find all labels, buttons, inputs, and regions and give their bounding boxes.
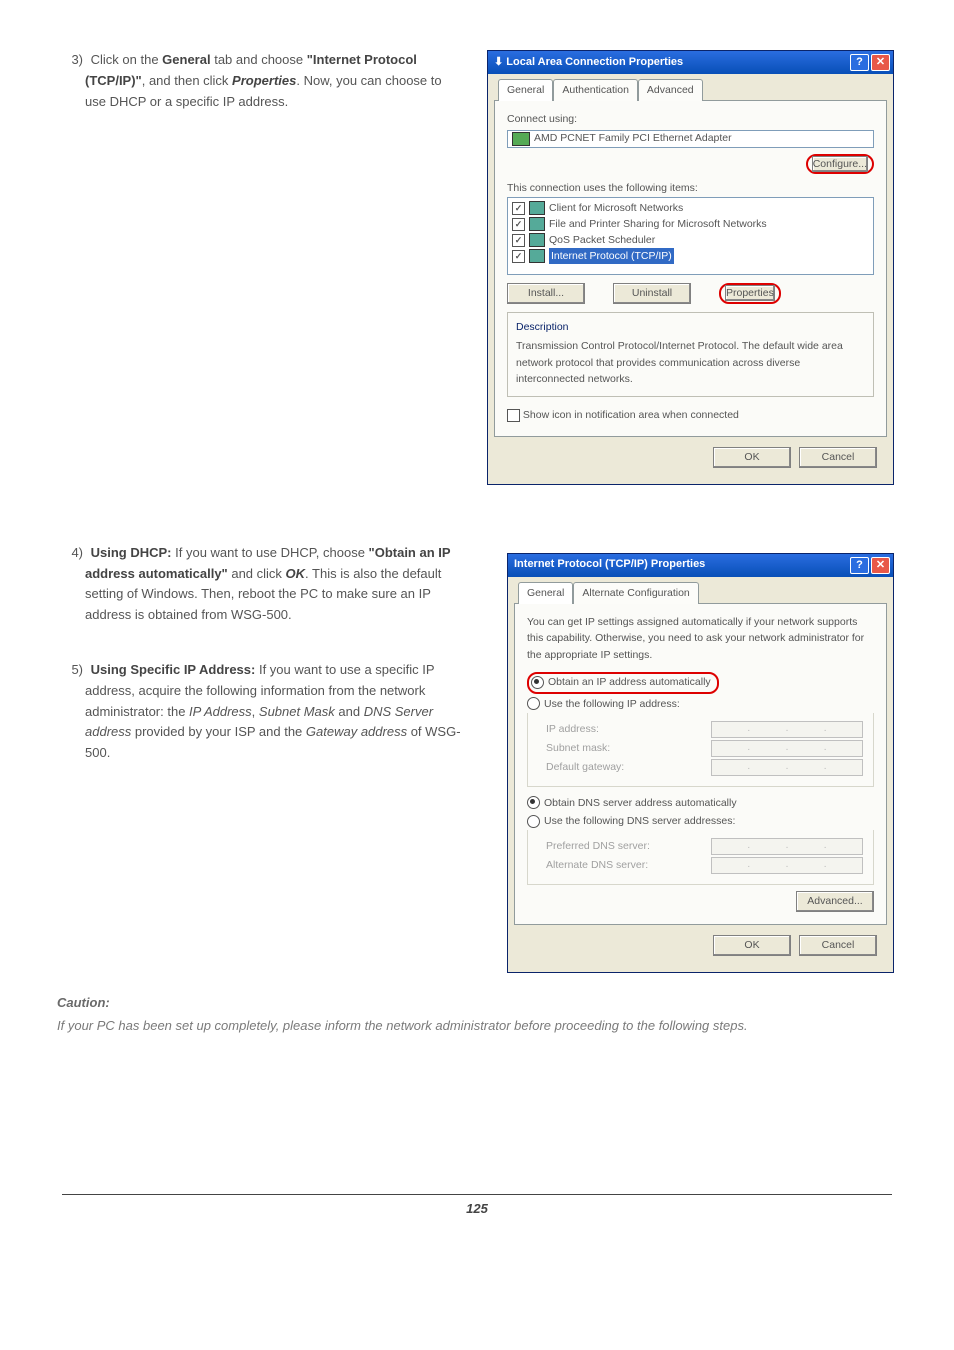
step-3-text: 3) Click on the General tab and choose "…: [57, 50, 459, 112]
gateway-input: ...: [711, 759, 863, 776]
cancel-button[interactable]: Cancel: [799, 935, 877, 956]
close-icon[interactable]: ✕: [871, 54, 890, 71]
step-num: 4): [57, 543, 87, 564]
checkbox-icon[interactable]: [512, 218, 525, 231]
subnet-label: Subnet mask:: [546, 740, 610, 757]
description-head: Description: [516, 319, 865, 336]
intro-text: You can get IP settings assigned automat…: [527, 614, 874, 664]
checkbox-icon[interactable]: [512, 234, 525, 247]
gateway-label: Default gateway:: [546, 759, 624, 776]
list-item: QoS Packet Scheduler: [512, 232, 869, 248]
list-item: Internet Protocol (TCP/IP): [512, 248, 869, 264]
window-titlebar: Internet Protocol (TCP/IP) Properties ? …: [508, 554, 893, 577]
properties-button[interactable]: Properties: [725, 285, 775, 301]
tab-authentication[interactable]: Authentication: [553, 79, 638, 101]
help-icon[interactable]: ?: [850, 557, 869, 574]
caution-heading: Caution:: [57, 993, 897, 1014]
ok-button[interactable]: OK: [713, 447, 791, 468]
help-icon[interactable]: ?: [850, 54, 869, 71]
step-num: 3): [57, 50, 87, 71]
close-icon[interactable]: ✕: [871, 557, 890, 574]
adapter-field: AMD PCNET Family PCI Ethernet Adapter: [507, 130, 874, 148]
step-num: 5): [57, 660, 87, 681]
use-following-ip-radio[interactable]: Use the following IP address:: [527, 696, 874, 713]
window-title: Local Area Connection Properties: [506, 56, 683, 68]
list-item: Client for Microsoft Networks: [512, 200, 869, 216]
caution-text: If your PC has been set up completely, p…: [57, 1016, 897, 1037]
checkbox-icon[interactable]: [512, 202, 525, 215]
obtain-dns-auto-radio[interactable]: Obtain DNS server address automatically: [527, 795, 874, 812]
qos-icon: [529, 233, 545, 247]
alt-dns-label: Alternate DNS server:: [546, 857, 648, 874]
list-item: File and Printer Sharing for Microsoft N…: [512, 216, 869, 232]
tab-general[interactable]: General: [498, 79, 553, 101]
ok-button[interactable]: OK: [713, 935, 791, 956]
pref-dns-label: Preferred DNS server:: [546, 838, 650, 855]
alt-dns-input: ...: [711, 857, 863, 874]
show-icon-checkbox[interactable]: Show icon in notification area when conn…: [507, 407, 874, 424]
checkbox-icon[interactable]: [512, 250, 525, 263]
lac-properties-window: ⬇ Local Area Connection Properties ? ✕ G…: [487, 50, 894, 485]
tab-advanced[interactable]: Advanced: [638, 79, 703, 101]
install-button[interactable]: Install...: [507, 283, 585, 304]
uninstall-button[interactable]: Uninstall: [613, 283, 691, 304]
page-number: 125: [62, 1194, 892, 1220]
subnet-input: ...: [711, 740, 863, 757]
obtain-ip-auto-radio[interactable]: Obtain an IP address automatically: [527, 672, 719, 694]
connect-using-label: Connect using:: [507, 111, 874, 128]
ip-input: ...: [711, 721, 863, 738]
items-list[interactable]: Client for Microsoft Networks File and P…: [507, 197, 874, 275]
tcpip-properties-window: Internet Protocol (TCP/IP) Properties ? …: [507, 553, 894, 973]
tab-altconfig[interactable]: Alternate Configuration: [573, 582, 698, 604]
client-icon: [529, 201, 545, 215]
adapter-icon: [512, 132, 530, 146]
window-titlebar: ⬇ Local Area Connection Properties ? ✕: [488, 51, 893, 74]
tcpip-icon: [529, 249, 545, 263]
checkbox-icon[interactable]: [507, 409, 520, 422]
step-4-text: 4) Using DHCP: If you want to use DHCP, …: [57, 543, 479, 626]
uses-label: This connection uses the following items…: [507, 180, 874, 197]
window-title: Internet Protocol (TCP/IP) Properties: [514, 556, 705, 574]
description-text: Transmission Control Protocol/Internet P…: [516, 338, 865, 388]
cancel-button[interactable]: Cancel: [799, 447, 877, 468]
advanced-button[interactable]: Advanced...: [796, 891, 874, 912]
step-5-text: 5) Using Specific IP Address: If you wan…: [57, 660, 479, 764]
use-following-dns-radio[interactable]: Use the following DNS server addresses:: [527, 813, 874, 830]
configure-button[interactable]: Configure...: [812, 156, 868, 172]
share-icon: [529, 217, 545, 231]
tab-general[interactable]: General: [518, 582, 573, 604]
pref-dns-input: ...: [711, 838, 863, 855]
ip-label: IP address:: [546, 721, 599, 738]
